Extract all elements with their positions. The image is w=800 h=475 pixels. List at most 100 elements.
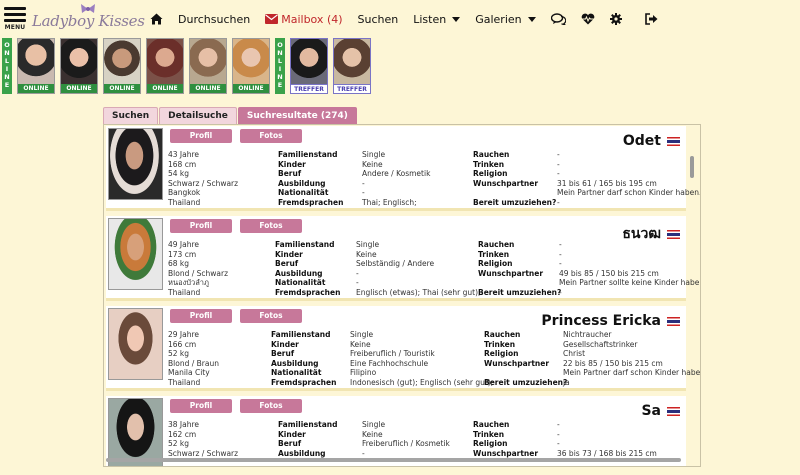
scrollbar-thumb[interactable]: [690, 156, 694, 178]
field-labels: Familienstand Kinder Beruf Ausbildung Nation…: [271, 330, 337, 387]
online-member-thumb[interactable]: ONLINE: [60, 38, 98, 94]
profile-name[interactable]: Princess Ericka: [541, 313, 680, 329]
field-values-right: - - -49 bis 85 / 150 bis 215 cm Mein Partne…: [559, 240, 701, 297]
match-member-thumb[interactable]: TREFFER: [290, 38, 328, 94]
member-photo: [61, 39, 97, 85]
home-link[interactable]: [150, 13, 163, 25]
tab-detailsuche[interactable]: Detailsuche: [159, 107, 237, 124]
online-tag: ONLINE: [104, 84, 140, 93]
galerien-label: Galerien: [475, 12, 522, 26]
menu-bar-icon: [4, 13, 26, 16]
profile-card: Profil Fotos Princess Ericka 29 Jahre 166…: [106, 306, 700, 391]
profile-name[interactable]: Sa: [641, 403, 680, 419]
mailbox-label: Mailbox (4): [281, 12, 343, 26]
field-labels: Familienstand Kinder Beruf Ausbildung Nation…: [278, 150, 344, 207]
profil-button[interactable]: Profil: [170, 309, 232, 323]
logo-text: Ladyboy Kisses: [32, 12, 145, 30]
fotos-button[interactable]: Fotos: [240, 309, 302, 323]
online-tag: ONLINE: [233, 84, 269, 93]
member-photo: [233, 39, 269, 85]
online-member-thumb[interactable]: ONLINE: [146, 38, 184, 94]
profile-name[interactable]: Odet: [623, 133, 680, 149]
menu-bar-icon: [4, 7, 26, 10]
search-results-panel: Profil Fotos Odet 43 Jahre 168 cm 54 kg Sch…: [103, 124, 701, 467]
heartbeat-icon: [581, 13, 594, 25]
chat-icon: [550, 13, 566, 25]
nav-listen[interactable]: Listen: [413, 12, 461, 26]
menu-bar-icon: [4, 19, 26, 22]
field-labels-right: Rauchen Trinken Religion Wunschpartner: [473, 420, 539, 458]
basic-info: 43 Jahre 168 cm 54 kg Schwarz / Schwarz Bang…: [168, 150, 239, 207]
profil-button[interactable]: Profil: [170, 399, 232, 413]
chat-link[interactable]: [550, 13, 566, 25]
profile-card: Profil Fotos Odet 43 Jahre 168 cm 54 kg Sch…: [106, 126, 700, 211]
logout-link[interactable]: [644, 13, 658, 25]
search-tabs: Suchen Detailsuche Suchresultate (274): [103, 107, 358, 124]
match-member-thumb[interactable]: TREFFER: [333, 38, 371, 94]
thailand-flag-icon: [667, 316, 680, 326]
field-labels: Familienstand Kinder Beruf Ausbildung: [278, 420, 338, 458]
fotos-button[interactable]: Fotos: [240, 399, 302, 413]
member-photo: [334, 39, 370, 85]
online-vertical-badge: ONLINE: [2, 38, 12, 94]
home-icon: [150, 13, 163, 25]
member-photo: [104, 39, 140, 85]
member-photo: [18, 39, 54, 85]
member-photo: [147, 39, 183, 85]
scrollbar-thumb[interactable]: [106, 458, 681, 462]
fotos-button[interactable]: Fotos: [240, 219, 302, 233]
nav-durchsuchen[interactable]: Durchsuchen: [178, 13, 250, 26]
field-values: Single Keine Freiberuflich / Kosmetik -: [362, 420, 450, 458]
profile-photo[interactable]: [108, 308, 163, 380]
profil-button[interactable]: Profil: [170, 129, 232, 143]
field-labels-right: Rauchen Trinken Religion Wunschpartner Bere…: [478, 240, 562, 297]
online-tag: ONLINE: [190, 84, 226, 93]
main-nav: Durchsuchen Mailbox (4) Suchen Listen Ga…: [150, 0, 673, 38]
thailand-flag-icon: [667, 406, 680, 416]
basic-info: 38 Jahre 162 cm 52 kg Schwarz / Schwarz: [168, 420, 239, 458]
tab-suchen[interactable]: Suchen: [103, 107, 159, 124]
treffer-tag: TREFFER: [291, 84, 327, 93]
basic-info: 29 Jahre 166 cm 52 kg Blond / Braun Manila C…: [168, 330, 219, 387]
field-values-right: - - -31 bis 61 / 165 bis 195 cm Mein Partne…: [557, 150, 701, 207]
top-navigation: MENU Ladyboy Kisses Durchsuchen Mailbox …: [0, 0, 800, 38]
member-photo: [291, 39, 327, 85]
vertical-scrollbar[interactable]: [688, 127, 696, 453]
online-tag: ONLINE: [18, 84, 54, 93]
profile-photo[interactable]: [108, 128, 163, 200]
member-photo: [190, 39, 226, 85]
treffer-tag: TREFFER: [334, 84, 370, 93]
caret-down-icon: [452, 16, 461, 22]
hamburger-menu-button[interactable]: MENU: [4, 7, 26, 31]
thailand-flag-icon: [667, 229, 680, 239]
horizontal-scrollbar[interactable]: [106, 457, 684, 463]
field-labels-right: Rauchen Trinken Religion Wunschpartner Bere…: [484, 330, 568, 387]
settings-link[interactable]: [609, 13, 622, 25]
profil-button[interactable]: Profil: [170, 219, 232, 233]
profile-photo[interactable]: [108, 218, 163, 290]
online-member-thumb[interactable]: ONLINE: [232, 38, 270, 94]
field-values: Single Keine Selbständig / Andere - - Englisc…: [356, 240, 481, 297]
field-values-right: Nichtraucher Gesellschaftstrinker Christ 22…: [563, 330, 701, 387]
listen-label: Listen: [413, 12, 447, 26]
profile-card: Profil Fotos ธนวฒ 49 Jahre 173 cm 68 kg Blo…: [106, 216, 700, 301]
logout-icon: [644, 13, 658, 25]
online-member-thumb[interactable]: ONLINE: [17, 38, 55, 94]
nav-mailbox[interactable]: Mailbox (4): [265, 12, 343, 26]
site-logo[interactable]: Ladyboy Kisses: [32, 2, 145, 36]
gear-icon: [609, 13, 622, 25]
field-values: Single Keine Andere / Kosmetik - - Thai; Engl…: [362, 150, 431, 207]
field-labels: Familienstand Kinder Beruf Ausbildung Nation…: [275, 240, 341, 297]
online-member-thumb[interactable]: ONLINE: [103, 38, 141, 94]
online-vertical-badge: ONLINE: [275, 38, 285, 94]
nav-galerien[interactable]: Galerien: [475, 12, 536, 26]
heartbeat-link[interactable]: [581, 13, 595, 25]
tab-suchresultate[interactable]: Suchresultate (274): [237, 107, 357, 124]
nav-suchen[interactable]: Suchen: [358, 13, 399, 26]
online-member-thumb[interactable]: ONLINE: [189, 38, 227, 94]
basic-info: 49 Jahre 173 cm 68 kg Blond / Schwarz หนองบั…: [168, 240, 229, 297]
field-labels-right: Rauchen Trinken Religion Wunschpartner Bere…: [473, 150, 557, 207]
thailand-flag-icon: [667, 136, 680, 146]
fotos-button[interactable]: Fotos: [240, 129, 302, 143]
online-tag: ONLINE: [61, 84, 97, 93]
